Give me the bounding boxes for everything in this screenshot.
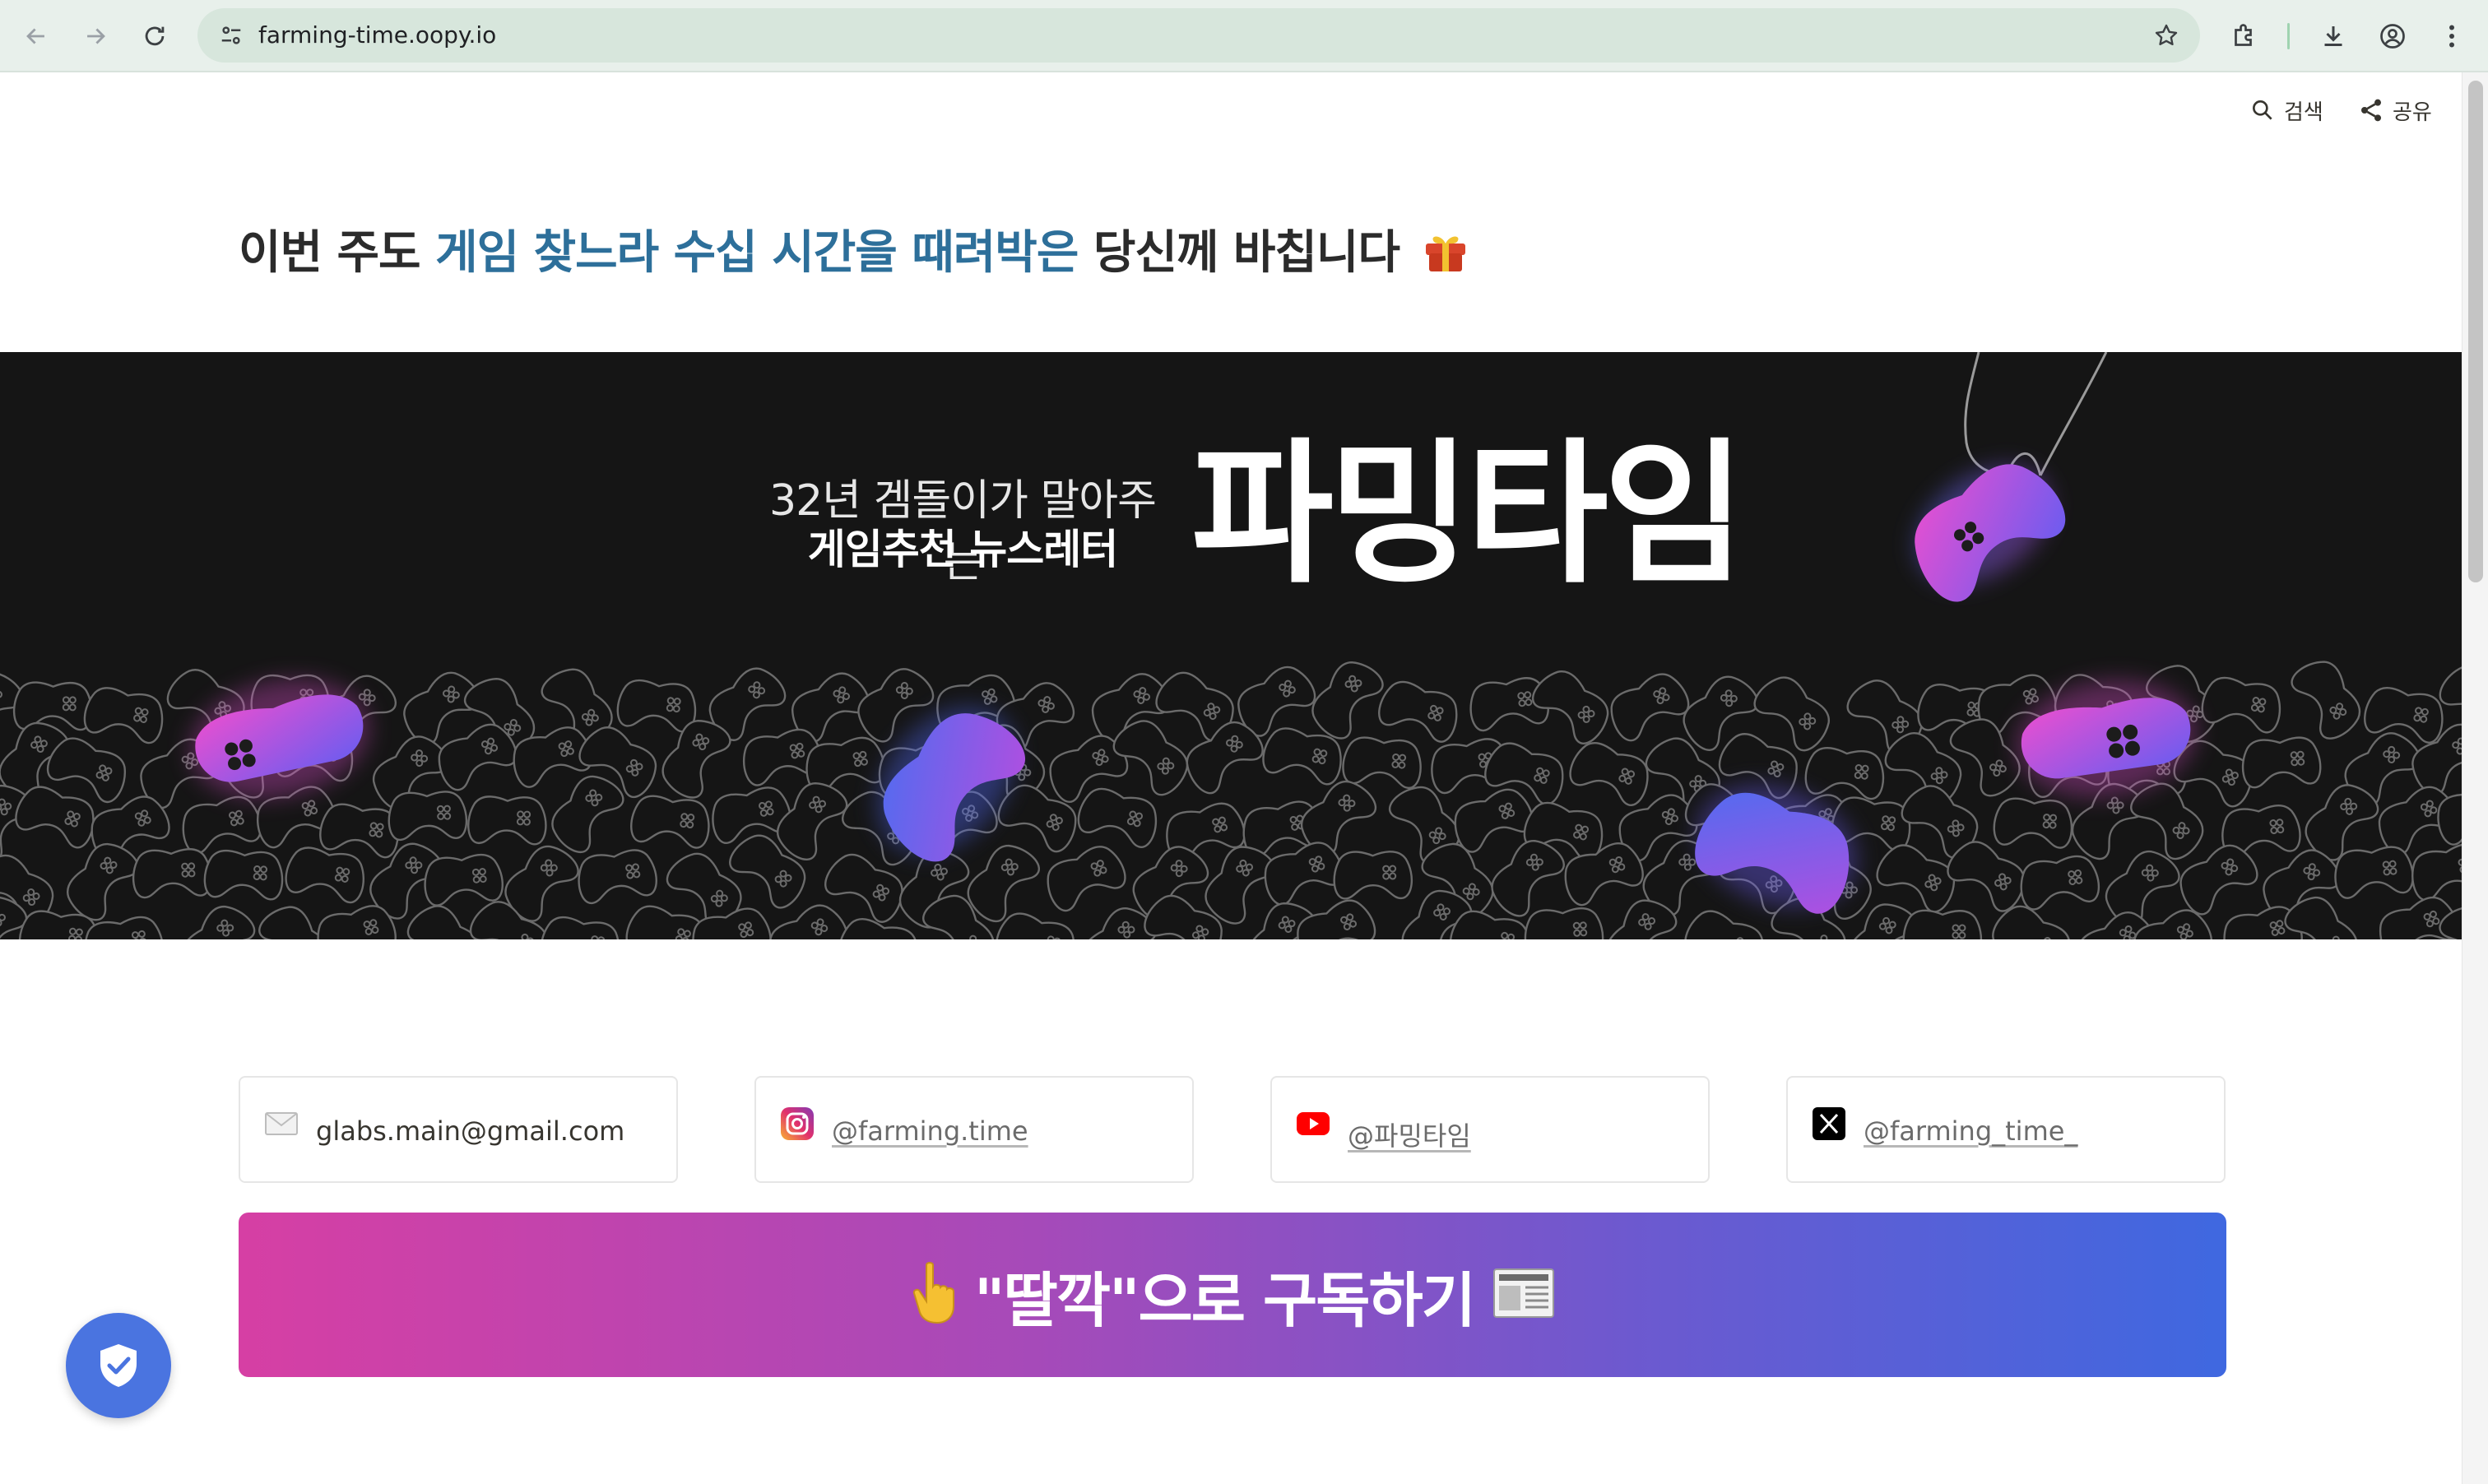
contact-card-instagram[interactable]: @farming.time (754, 1076, 1194, 1183)
youtube-link[interactable]: @파밍타임 (1348, 1115, 1471, 1153)
more-vertical-icon (2449, 25, 2454, 48)
heading-text-end: 당신께 바칩니다 (1078, 226, 1400, 280)
arrow-right-icon (87, 28, 105, 44)
contact-card-email[interactable]: glabs.main@gmail.com (239, 1076, 678, 1183)
download-icon (2324, 26, 2342, 46)
reload-button[interactable] (137, 18, 173, 54)
gift-icon (1423, 229, 1469, 273)
share-label: 공유 (2393, 100, 2432, 125)
contact-card-youtube[interactable]: @파밍타임 (1270, 1076, 1710, 1183)
instagram-icon (779, 1106, 815, 1142)
newspaper-icon (1491, 1264, 1557, 1325)
pointing-finger-icon (908, 1260, 958, 1329)
puzzle-icon (2235, 24, 2252, 46)
x-icon (1811, 1106, 1847, 1142)
search-icon (2253, 100, 2272, 120)
url-text[interactable]: farming-time.oopy.io (258, 20, 496, 51)
forward-button[interactable] (77, 18, 114, 54)
contact-card-x[interactable]: @farming_time_ (1786, 1076, 2226, 1183)
hand-illustration (1964, 352, 2108, 476)
banner-subtitle-line2: 게임추천 뉴스레터 (807, 526, 1118, 573)
back-button[interactable] (18, 18, 54, 54)
shield-check-icon (100, 1344, 137, 1387)
menu-button[interactable] (2432, 16, 2472, 56)
heading-text-start: 이번 주도 (239, 226, 436, 280)
mail-icon (263, 1106, 299, 1142)
page-heading: 이번 주도 게임 찾느라 수십 시간을 때려박은 당신께 바칩니다 (239, 216, 1469, 281)
share-action[interactable]: 공유 (2358, 92, 2432, 128)
youtube-icon (1295, 1106, 1331, 1142)
controller-held-illustration (1915, 464, 2066, 602)
site-settings-icon[interactable] (216, 20, 247, 51)
profile-button[interactable] (2373, 16, 2412, 56)
subscribe-label: "딸깍"으로 구독하기 (973, 1265, 1476, 1335)
instagram-link[interactable]: @farming.time (832, 1115, 1028, 1147)
search-label: 검색 (2284, 100, 2323, 125)
hero-banner: 32년 겜돌이가 말아주는 게임추천 뉴스레터 파밍타임 (0, 352, 2462, 939)
banner-title: 파밍타임 (1191, 424, 1746, 605)
email-text[interactable]: glabs.main@gmail.com (316, 1115, 624, 1147)
address-bar[interactable]: farming-time.oopy.io (197, 8, 2200, 63)
account-icon (2380, 24, 2405, 49)
heading-highlight: 게임 찾느라 수십 시간을 때려박은 (435, 226, 1079, 280)
scrollbar-thumb[interactable] (2468, 81, 2483, 582)
extensions-button[interactable] (2225, 16, 2264, 56)
search-action[interactable]: 검색 (2249, 92, 2323, 128)
downloads-button[interactable] (2314, 16, 2353, 56)
toolbar-divider (2287, 23, 2290, 49)
security-badge-button[interactable] (66, 1313, 171, 1418)
browser-toolbar: farming-time.oopy.io (0, 0, 2488, 72)
x-link[interactable]: @farming_time_ (1864, 1115, 2077, 1147)
arrow-left-icon (26, 28, 44, 44)
bookmark-star-icon[interactable] (2151, 20, 2182, 51)
subscribe-button[interactable]: "딸깍"으로 구독하기 (239, 1213, 2226, 1377)
share-icon (2361, 99, 2381, 122)
page-scrollbar[interactable] (2462, 72, 2488, 1484)
reload-icon (145, 26, 165, 46)
